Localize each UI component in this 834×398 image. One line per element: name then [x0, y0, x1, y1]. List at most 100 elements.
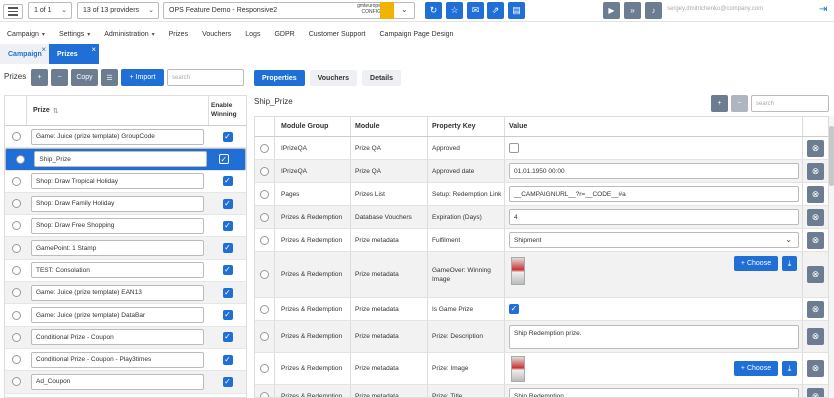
row-radio[interactable] [11, 243, 21, 253]
enable-winning-checkbox[interactable]: ✓ [222, 131, 233, 142]
property-row[interactable]: Prizes & Redemption Prize metadata GameO… [255, 252, 828, 298]
prize-row[interactable]: Game: Juice (prize template) DataBar ✓ [5, 304, 246, 327]
prize-name-input[interactable]: Shop: Draw Tropical Holiday [31, 173, 204, 190]
approved-date-input[interactable]: 01.01.1950 00:00 [509, 163, 799, 179]
prize-row-selected[interactable]: Ship_Prize ✓ [5, 148, 246, 171]
redemption-link-input[interactable]: __CAMPAIGNURL__?r=__CODE__#a [509, 186, 799, 202]
enable-winning-checkbox[interactable]: ✓ [222, 176, 233, 187]
enable-winning-checkbox[interactable]: ✓ [218, 154, 229, 165]
menu-item-campaign-page-design[interactable]: Campaign Page Design [373, 31, 454, 38]
fulfilment-select[interactable]: Shipment ⌄ [509, 232, 799, 248]
row-radio[interactable] [260, 166, 269, 176]
row-radio[interactable] [11, 288, 21, 298]
row-radio[interactable] [11, 221, 21, 231]
menu-item-gdpr[interactable]: GDPR [267, 31, 294, 38]
menu-item-campaign[interactable]: Campaign ▾ [0, 31, 45, 38]
menu-toggle-button[interactable] [3, 4, 23, 19]
property-row[interactable]: Prizes & Redemption Prize metadata Prize… [255, 385, 828, 397]
row-radio[interactable] [260, 212, 269, 222]
remove-prize-button[interactable]: − [51, 69, 68, 86]
menu-item-settings[interactable]: Settings ▾ [52, 31, 90, 38]
prize-name-input[interactable]: Ship_Prize [34, 151, 208, 168]
page-select[interactable]: 1 of 1 ⌄ [28, 2, 72, 19]
menu-item-logs[interactable]: Logs [238, 31, 260, 38]
favorite-button[interactable]: ☆ [446, 2, 463, 19]
row-radio[interactable] [11, 199, 21, 209]
download-button[interactable]: ⤓ [782, 256, 797, 271]
message-button[interactable]: ✉ [467, 2, 484, 19]
prize-name-input[interactable]: Ad_Coupon [31, 373, 204, 390]
row-radio[interactable] [260, 391, 269, 397]
enable-winning-checkbox[interactable]: ✓ [222, 220, 233, 231]
tab-properties[interactable]: Properties [254, 70, 305, 86]
prize-row[interactable]: Shop: Draw Family Holiday ✓ [5, 192, 246, 216]
row-radio[interactable] [11, 176, 21, 186]
prize-title-input[interactable]: Ship Redemption [509, 388, 799, 397]
prize-row[interactable]: Ad_Coupon ✓ [5, 371, 246, 394]
scrollbar-thumb[interactable] [829, 126, 834, 186]
reset-button[interactable]: ⊗ [807, 231, 824, 249]
reset-button[interactable]: ⊗ [807, 208, 824, 226]
row-radio[interactable] [11, 332, 21, 342]
prize-row[interactable]: Game: Juice (prize template) EAN13 ✓ [5, 282, 246, 305]
enable-winning-checkbox[interactable]: ✓ [222, 376, 233, 387]
menu-item-prizes[interactable]: Prizes [162, 31, 188, 38]
tab-campaign[interactable]: Campaign × [0, 44, 49, 64]
download-button[interactable]: ⤓ [782, 361, 797, 376]
remove-property-button[interactable]: − [731, 95, 748, 112]
prize-row[interactable]: GamePoint: 1 Stamp ✓ [5, 237, 246, 260]
tab-prizes[interactable]: Prizes × [49, 44, 99, 64]
prize-row[interactable]: Conditional Prize - Coupon ✓ [5, 326, 246, 349]
row-radio[interactable] [260, 143, 269, 153]
approved-checkbox[interactable] [509, 143, 519, 153]
reset-button[interactable]: ⊗ [807, 387, 824, 397]
enable-winning-checkbox[interactable]: ✓ [222, 243, 233, 254]
enable-winning-checkbox[interactable]: ✓ [222, 198, 233, 209]
property-row[interactable]: Prizes & Redemption Prize metadata Fulfi… [255, 229, 828, 252]
reset-button[interactable]: ⊗ [807, 185, 824, 203]
close-icon[interactable]: × [41, 45, 46, 54]
row-radio[interactable] [260, 332, 269, 341]
prize-row[interactable]: Game: Juice (prize template) GroupCode ✓ [5, 126, 246, 149]
row-radio[interactable] [11, 310, 21, 320]
prize-row[interactable]: Conditional Prize - Coupon - Play3times ✓ [5, 348, 246, 372]
list-view-button[interactable]: ☰ [101, 69, 118, 86]
prize-name-input[interactable]: Game: Juice (prize template) DataBar [31, 307, 204, 324]
prize-name-input[interactable]: Shop: Draw Free Shopping [31, 217, 204, 234]
property-row[interactable]: IPrizeQA Prize QA Approved date 01.01.19… [255, 160, 828, 183]
notifications-button[interactable]: ♪ [645, 2, 662, 19]
row-radio[interactable] [260, 189, 269, 199]
tab-details[interactable]: Details [362, 70, 401, 86]
description-textarea[interactable]: Ship Redemption prize. [509, 324, 799, 349]
reset-button[interactable]: ⊗ [807, 300, 824, 318]
provider-select[interactable]: 13 of 13 providers ⌄ [77, 2, 159, 19]
prize-search-input[interactable]: search [167, 69, 244, 86]
column-header-prize[interactable]: Prize ⇅ [27, 96, 209, 125]
close-icon[interactable]: × [91, 45, 96, 54]
property-row[interactable]: Prizes & Redemption Prize metadata Is Ga… [255, 298, 828, 321]
prize-row[interactable]: Shop: Draw Tropical Holiday ✓ [5, 170, 246, 193]
add-prize-button[interactable]: + [31, 69, 48, 86]
row-radio[interactable] [11, 265, 21, 275]
fast-forward-button[interactable]: » [624, 2, 641, 19]
add-property-button[interactable]: + [711, 95, 728, 112]
property-search-input[interactable]: search [751, 95, 829, 112]
reset-button[interactable]: ⊗ [807, 360, 824, 377]
property-table-scrollbar[interactable] [829, 116, 834, 398]
menu-item-vouchers[interactable]: Vouchers [195, 31, 231, 38]
reset-button[interactable]: ⊗ [807, 139, 824, 157]
property-row[interactable]: Prizes & Redemption Prize metadata Prize… [255, 353, 828, 385]
chevron-down-icon[interactable]: ⌄ [401, 5, 408, 14]
enable-winning-checkbox[interactable]: ✓ [222, 287, 233, 298]
prize-name-input[interactable]: GamePoint: 1 Stamp [31, 240, 204, 257]
enable-winning-checkbox[interactable]: ✓ [222, 265, 233, 276]
enable-winning-checkbox[interactable]: ✓ [222, 354, 233, 365]
property-row[interactable]: IPrizeQA Prize QA Approved ⊗ [255, 137, 828, 160]
row-radio[interactable] [260, 235, 269, 245]
tab-vouchers[interactable]: Vouchers [309, 70, 358, 86]
prize-name-input[interactable]: Conditional Prize - Coupon - Play3times [31, 351, 204, 368]
sort-icon[interactable]: ⇅ [53, 107, 59, 115]
prize-name-input[interactable]: Game: Juice (prize template) GroupCode [31, 128, 204, 145]
refresh-button[interactable]: ↻ [425, 2, 442, 19]
choose-image-button[interactable]: + Choose [734, 256, 778, 271]
